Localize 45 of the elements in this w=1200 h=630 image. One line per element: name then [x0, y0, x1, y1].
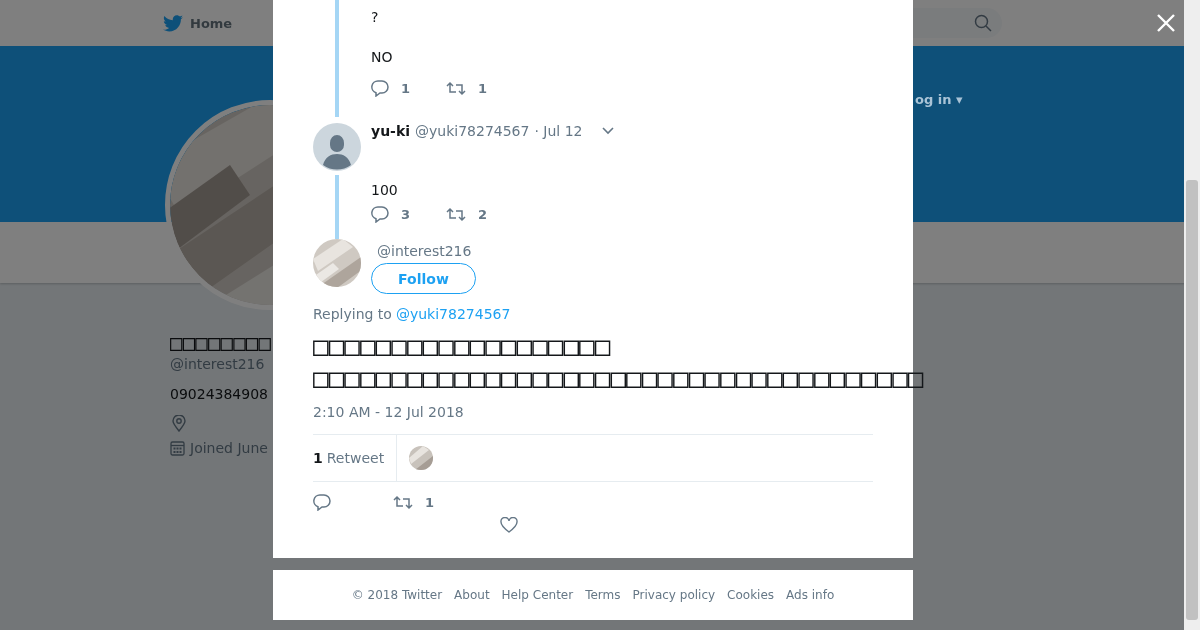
user-handle: @yuki78274567 [415, 123, 530, 139]
reply-button[interactable]: 3 [371, 206, 411, 223]
scrollbar[interactable] [1184, 0, 1200, 630]
close-icon[interactable] [1156, 13, 1176, 33]
login-link[interactable]: og in ▾ [915, 92, 963, 107]
tweet-text: 100 [371, 181, 399, 199]
tweet-text: NO [371, 48, 394, 66]
tweet-text: ? [371, 8, 380, 26]
retweet-icon [446, 207, 467, 222]
user-handle: @interest216 [377, 243, 472, 259]
bird-icon [163, 14, 183, 32]
retweet-icon [446, 81, 467, 96]
reply-button[interactable]: 1 [371, 80, 411, 97]
profile-bio: 09024384908 [170, 386, 268, 402]
profile-handle: @interest216 [170, 356, 265, 372]
mention-link[interactable]: @yuki78274567 [395, 306, 511, 322]
reply-icon [371, 206, 389, 223]
footer-link[interactable]: Cookies [727, 588, 775, 602]
footer-link[interactable]: About [454, 588, 490, 602]
retweet-button[interactable]: 1 [446, 80, 488, 97]
footer-link[interactable]: Privacy policy [632, 588, 716, 602]
footer-link[interactable]: Help Center [501, 588, 574, 602]
home-link[interactable]: Home [163, 14, 233, 32]
search-icon [974, 14, 992, 32]
caret-icon[interactable] [601, 127, 614, 135]
follow-button[interactable]: Follow [371, 263, 476, 294]
retweet-button[interactable]: 1 [393, 495, 435, 510]
tweet-timestamp: 2:10 AM - 12 Jul 2018 [313, 404, 465, 420]
retweet-count[interactable]: 1 Retweet [313, 435, 398, 481]
reply-icon [313, 494, 331, 511]
joined-date: Joined June [190, 440, 268, 456]
calendar-icon [170, 440, 185, 456]
tweet-date: · Jul 12 [534, 123, 583, 139]
footer-link[interactable]: © 2018 Twitter [351, 588, 443, 602]
retweet-button[interactable]: 2 [446, 206, 488, 223]
user-name: yu-ki [371, 123, 410, 139]
profile-name: □□□□□□□□ [170, 330, 272, 356]
retweet-icon [393, 495, 413, 510]
replying-label: Replying to [313, 306, 392, 322]
reply-button[interactable] [313, 494, 331, 511]
reply-icon [371, 80, 389, 97]
like-icon[interactable] [500, 517, 518, 533]
footer-link[interactable]: Terms [585, 588, 621, 602]
location-icon [172, 415, 186, 432]
footer-link[interactable]: Ads info [786, 588, 835, 602]
